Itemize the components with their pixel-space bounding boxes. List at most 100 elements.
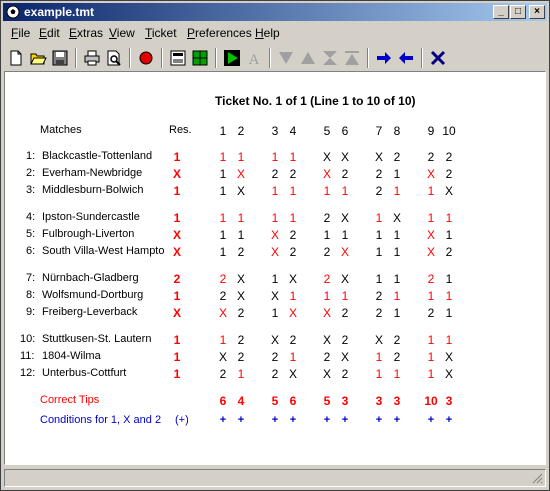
tip-cell[interactable]: 2 <box>441 245 457 259</box>
match-name[interactable]: Unterbus-Cottfurt <box>42 367 126 379</box>
tip-cell-hit[interactable]: X <box>319 167 335 181</box>
tip-cell-hit[interactable]: X <box>337 245 353 259</box>
tip-cell[interactable]: X <box>337 272 353 286</box>
minimize-button[interactable]: _ <box>493 5 509 19</box>
tip-cell[interactable]: 2 <box>389 350 405 364</box>
tip-cell[interactable]: X <box>337 150 353 164</box>
match-name[interactable]: South Villa-West Hampto <box>42 245 164 257</box>
menu-view[interactable]: View <box>109 26 135 40</box>
tip-cell[interactable]: X <box>441 367 457 381</box>
condition-marker[interactable]: + <box>267 414 283 426</box>
tip-cell[interactable]: 1 <box>371 272 387 286</box>
tip-cell-hit[interactable]: 1 <box>337 289 353 303</box>
move-bottom-button[interactable] <box>319 47 341 69</box>
condition-marker[interactable]: + <box>389 414 405 426</box>
tip-cell-hit[interactable]: 1 <box>389 367 405 381</box>
tip-cell[interactable]: 2 <box>215 367 231 381</box>
tip-cell-hit[interactable]: X <box>215 306 231 320</box>
tip-cell[interactable]: 1 <box>233 228 249 242</box>
tip-cell-hit[interactable]: 1 <box>267 184 283 198</box>
tip-cell[interactable]: 2 <box>337 167 353 181</box>
tip-cell[interactable]: 2 <box>319 350 335 364</box>
tip-cell-hit[interactable]: X <box>267 245 283 259</box>
tip-cell-hit[interactable]: 1 <box>423 289 439 303</box>
tip-cell[interactable]: 2 <box>267 367 283 381</box>
open-button[interactable] <box>27 47 49 69</box>
tip-cell-hit[interactable]: 1 <box>441 211 457 225</box>
tip-cell[interactable]: 2 <box>319 245 335 259</box>
tip-cell-hit[interactable]: X <box>423 167 439 181</box>
menu-file[interactable]: File <box>11 26 30 40</box>
tip-cell[interactable]: X <box>285 272 301 286</box>
tip-cell[interactable]: 1 <box>267 272 283 286</box>
tip-cell[interactable]: 2 <box>337 367 353 381</box>
tip-cell[interactable]: X <box>319 367 335 381</box>
resize-grip-icon[interactable] <box>531 472 543 484</box>
tip-cell[interactable]: 1 <box>215 245 231 259</box>
tip-cell[interactable]: X <box>215 350 231 364</box>
tip-cell[interactable]: 2 <box>371 184 387 198</box>
tip-cell[interactable]: 1 <box>267 306 283 320</box>
tip-cell[interactable]: 2 <box>441 150 457 164</box>
grid-view-button[interactable] <box>189 47 211 69</box>
tip-cell[interactable]: 2 <box>371 306 387 320</box>
tip-cell[interactable]: 2 <box>285 333 301 347</box>
tip-cell[interactable]: 1 <box>389 306 405 320</box>
tip-cell-hit[interactable]: 1 <box>285 184 301 198</box>
tip-cell[interactable]: X <box>371 150 387 164</box>
condition-marker[interactable]: + <box>423 414 439 426</box>
tip-cell-hit[interactable]: 1 <box>441 289 457 303</box>
tip-cell-hit[interactable]: 1 <box>319 289 335 303</box>
tip-cell[interactable]: 2 <box>233 306 249 320</box>
tip-cell-hit[interactable]: 1 <box>337 184 353 198</box>
tip-cell-hit[interactable]: 1 <box>285 289 301 303</box>
condition-marker[interactable]: + <box>441 414 457 426</box>
condition-marker[interactable]: + <box>285 414 301 426</box>
tip-cell[interactable]: X <box>319 150 335 164</box>
tip-cell[interactable]: 2 <box>285 167 301 181</box>
tip-cell[interactable]: X <box>267 333 283 347</box>
maximize-button[interactable]: □ <box>510 5 526 19</box>
tip-cell-hit[interactable]: 1 <box>233 367 249 381</box>
menu-preferences[interactable]: Preferences <box>187 26 252 40</box>
tip-cell-hit[interactable]: 2 <box>319 272 335 286</box>
tip-cell[interactable]: 1 <box>371 228 387 242</box>
tip-cell[interactable]: 1 <box>337 228 353 242</box>
move-up-button[interactable] <box>297 47 319 69</box>
tip-cell-hit[interactable]: 1 <box>267 211 283 225</box>
tip-cell-hit[interactable]: 1 <box>319 184 335 198</box>
tip-cell[interactable]: X <box>233 289 249 303</box>
tip-cell-hit[interactable]: 1 <box>423 350 439 364</box>
print-button[interactable] <box>81 47 103 69</box>
menu-help[interactable]: Help <box>255 26 280 40</box>
tip-cell[interactable]: 2 <box>267 350 283 364</box>
tip-cell[interactable]: 1 <box>389 272 405 286</box>
condition-marker[interactable]: + <box>233 414 249 426</box>
record-button[interactable] <box>135 47 157 69</box>
match-name[interactable]: Freiberg-Leverback <box>42 306 137 318</box>
tip-cell-hit[interactable]: X <box>233 167 249 181</box>
match-name[interactable]: Everham-Newbridge <box>42 167 142 179</box>
menu-ticket[interactable]: Ticket <box>145 26 177 40</box>
tip-cell-hit[interactable]: X <box>423 228 439 242</box>
tip-cell-hit[interactable]: 1 <box>285 211 301 225</box>
tip-cell-hit[interactable]: 1 <box>215 211 231 225</box>
tip-cell-hit[interactable]: 1 <box>423 211 439 225</box>
tip-cell[interactable]: X <box>319 333 335 347</box>
match-name[interactable]: Nürnbach-Gladberg <box>42 272 139 284</box>
tip-cell[interactable]: 1 <box>319 228 335 242</box>
tip-cell[interactable]: 2 <box>233 350 249 364</box>
match-name[interactable]: Wolfsmund-Dortburg <box>42 289 143 301</box>
tip-cell-hit[interactable]: 1 <box>389 289 405 303</box>
tip-cell-hit[interactable]: X <box>423 245 439 259</box>
tip-cell-hit[interactable]: 1 <box>215 333 231 347</box>
match-name[interactable]: Fulbrough-Liverton <box>42 228 134 240</box>
tip-cell-hit[interactable]: 1 <box>371 211 387 225</box>
tip-cell[interactable]: X <box>441 184 457 198</box>
close-button[interactable]: × <box>529 5 545 19</box>
conditions-result[interactable]: (+) <box>175 414 189 426</box>
tip-cell[interactable]: 1 <box>441 272 457 286</box>
tip-cell[interactable]: 1 <box>215 167 231 181</box>
menu-extras[interactable]: Extras <box>69 26 103 40</box>
tip-cell-hit[interactable]: 1 <box>285 150 301 164</box>
